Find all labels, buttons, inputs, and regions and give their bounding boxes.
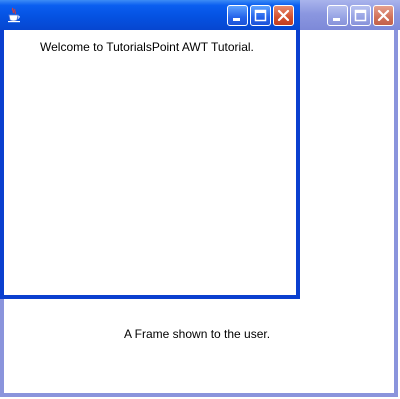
minimize-icon [333, 18, 340, 21]
dialog-close-button[interactable] [273, 5, 294, 26]
dialog-message-label: Welcome to TutorialsPoint AWT Tutorial. [40, 40, 254, 54]
dialog-window: Welcome to TutorialsPoint AWT Tutorial. [0, 0, 300, 299]
dialog-content: Welcome to TutorialsPoint AWT Tutorial. [4, 30, 296, 295]
maximize-icon [354, 9, 367, 22]
dialog-maximize-button[interactable] [250, 5, 271, 26]
frame-minimize-button[interactable] [327, 5, 348, 26]
java-cup-icon [8, 7, 20, 23]
frame-maximize-button[interactable] [350, 5, 371, 26]
close-icon [377, 9, 390, 22]
dialog-minimize-button[interactable] [227, 5, 248, 26]
close-icon [277, 9, 290, 22]
frame-message-label: A Frame shown to the user. [124, 327, 271, 341]
maximize-icon [254, 9, 267, 22]
minimize-icon [233, 18, 240, 21]
dialog-titlebar[interactable] [0, 0, 300, 30]
frame-close-button[interactable] [373, 5, 394, 26]
